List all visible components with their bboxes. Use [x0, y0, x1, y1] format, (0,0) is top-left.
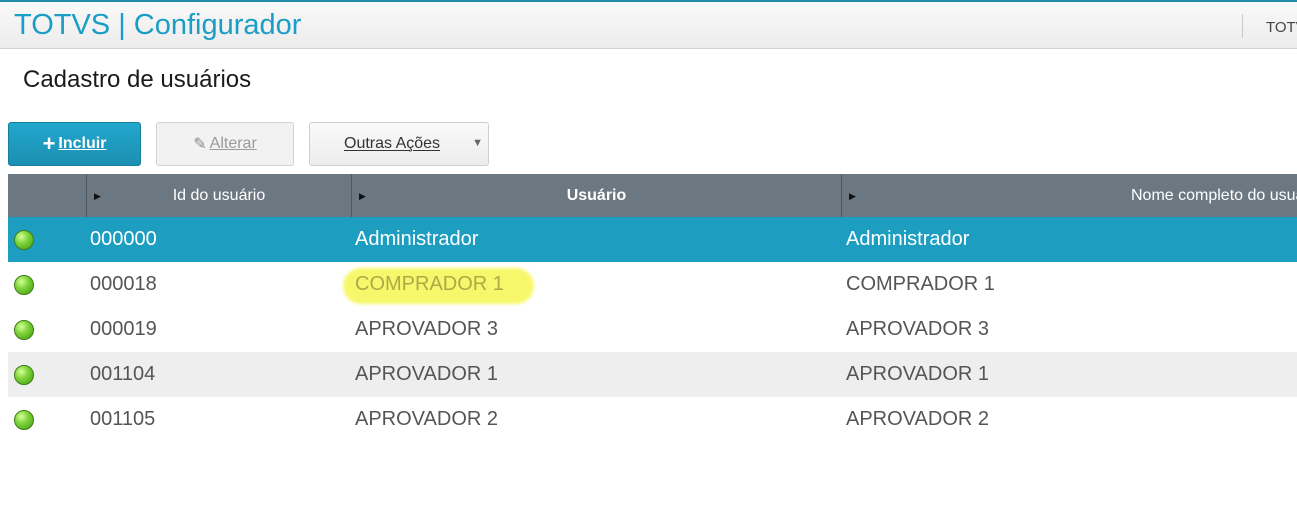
header-right-label[interactable]: TOTVS — [1266, 19, 1297, 36]
column-header-user-label: Usuário — [566, 186, 627, 204]
status-green-icon — [14, 319, 34, 340]
cell-name: Administrador — [846, 228, 970, 250]
column-header-name-label: Nome completo do usuário — [1131, 186, 1297, 204]
status-green-icon — [14, 364, 34, 385]
outras-acoes-label: Outras Ações — [344, 135, 441, 152]
table-row[interactable]: 000019 APROVADOR 3 APROVADOR 3 — [8, 307, 1297, 352]
cell-user: APROVADOR 3 — [355, 318, 498, 340]
table-row[interactable]: 001105 APROVADOR 2 APROVADOR 2 — [8, 397, 1297, 442]
column-header-user[interactable]: ▶ Usuário — [351, 174, 841, 217]
status-green-icon — [14, 229, 34, 250]
pencil-icon: ✎ — [193, 136, 207, 153]
column-header-id-label: Id do usuário — [172, 186, 266, 204]
table-row[interactable]: 000000 Administrador Administrador — [8, 217, 1297, 262]
sort-arrow-icon: ▶ — [94, 191, 101, 201]
cell-id: 001104 — [90, 363, 156, 385]
cell-user: COMPRADOR 1 — [355, 273, 504, 295]
plus-icon: + — [42, 131, 56, 156]
chevron-down-icon[interactable]: ▼ — [472, 137, 483, 149]
cell-name: APROVADOR 2 — [846, 408, 989, 430]
header-divider — [1242, 14, 1243, 38]
column-header-name[interactable]: ▶ Nome completo do usuário — [841, 174, 1297, 217]
cell-id: 000000 — [90, 228, 157, 250]
alterar-button[interactable]: ✎ Alterar — [156, 122, 294, 166]
incluir-button[interactable]: + Incluir — [8, 122, 141, 166]
column-header-status[interactable] — [8, 174, 86, 217]
alterar-button-label: Alterar — [209, 135, 257, 152]
incluir-button-label: Incluir — [58, 135, 107, 152]
cell-name: APROVADOR 3 — [846, 318, 989, 340]
table-row[interactable]: 001104 APROVADOR 1 APROVADOR 1 — [8, 352, 1297, 397]
sort-arrow-icon: ▶ — [359, 191, 366, 201]
cell-id: 000018 — [90, 273, 157, 295]
cell-id: 000019 — [90, 318, 157, 340]
page-title: Cadastro de usuários — [23, 66, 252, 93]
cell-name: APROVADOR 1 — [846, 363, 989, 385]
cell-user: APROVADOR 2 — [355, 408, 498, 430]
cell-user: APROVADOR 1 — [355, 363, 498, 385]
app-title: TOTVS | Configurador — [14, 9, 302, 41]
outras-acoes-button[interactable]: Outras Ações ▼ — [309, 122, 489, 166]
cell-name: COMPRADOR 1 — [846, 273, 995, 295]
column-header-id[interactable]: ▶ Id do usuário — [86, 174, 351, 217]
status-green-icon — [14, 274, 34, 295]
sort-arrow-icon: ▶ — [849, 191, 856, 201]
table-header: ▶ Id do usuário ▶ Usuário ▶ Nome complet… — [8, 174, 1297, 217]
cell-id: 001105 — [90, 408, 156, 430]
table-row[interactable]: 000018 COMPRADOR 1 COMPRADOR 1 — [8, 262, 1297, 307]
cell-user: Administrador — [355, 228, 479, 250]
status-green-icon — [14, 409, 34, 430]
app-header: TOTVS | Configurador TOTVS — [0, 2, 1297, 49]
